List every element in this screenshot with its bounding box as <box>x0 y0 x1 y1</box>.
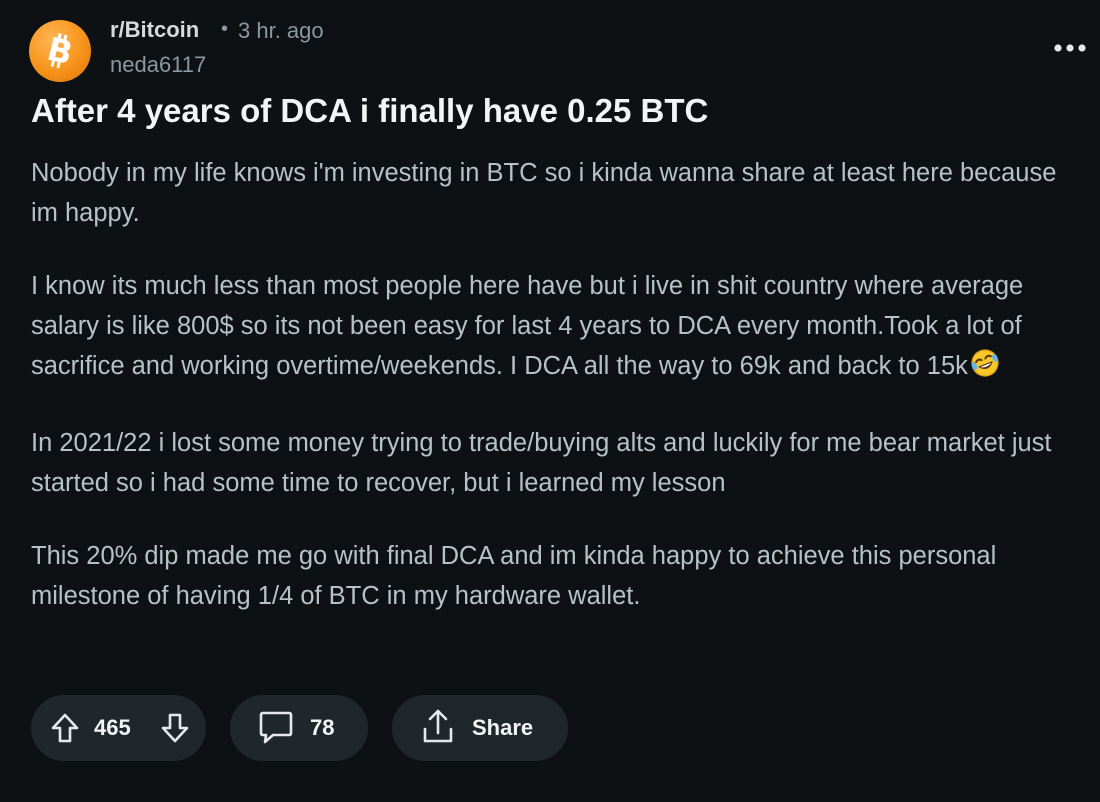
post-paragraph: This 20% dip made me go with final DCA a… <box>31 542 997 610</box>
post-paragraph-text: I know its much less than most people he… <box>31 272 1024 380</box>
post-paragraph: Nobody in my life knows i'm investing in… <box>31 159 1057 227</box>
vote-count: 465 <box>94 715 131 740</box>
post-paragraph: In 2021/22 i lost some money trying to t… <box>31 429 1052 497</box>
more-options-button[interactable] <box>1050 30 1090 66</box>
upvote-arrow-icon <box>51 713 79 743</box>
bitcoin-logo-icon: B <box>44 31 77 71</box>
share-label: Share <box>472 715 534 740</box>
vote-pill: 465 <box>31 695 206 761</box>
subreddit-avatar[interactable]: B <box>29 20 91 82</box>
post-timestamp: 3 hr. ago <box>238 18 324 43</box>
comments-button[interactable]: 78 <box>230 695 368 761</box>
post-paragraph: I know its much less than most people he… <box>31 266 1089 390</box>
comment-count: 78 <box>310 715 335 740</box>
upvote-button[interactable] <box>47 709 83 747</box>
subreddit-name[interactable]: r/Bitcoin <box>110 17 199 43</box>
downvote-arrow-icon <box>161 713 189 743</box>
share-button[interactable]: Share <box>392 695 568 761</box>
downvote-button[interactable] <box>157 709 193 747</box>
more-options-icon <box>1054 44 1086 52</box>
post-title[interactable]: After 4 years of DCA i finally have 0.25… <box>31 89 1071 133</box>
share-upload-icon <box>423 709 453 743</box>
post-card: B r/Bitcoin • 3 hr. ago neda6117 After 4… <box>0 0 1100 802</box>
meta-separator: • <box>221 18 229 40</box>
author-username[interactable]: neda6117 <box>110 52 206 78</box>
laughing-emoji-icon <box>969 348 1001 390</box>
post-body: Nobody in my life knows i'm investing in… <box>31 153 1089 649</box>
comment-bubble-icon <box>259 711 293 744</box>
